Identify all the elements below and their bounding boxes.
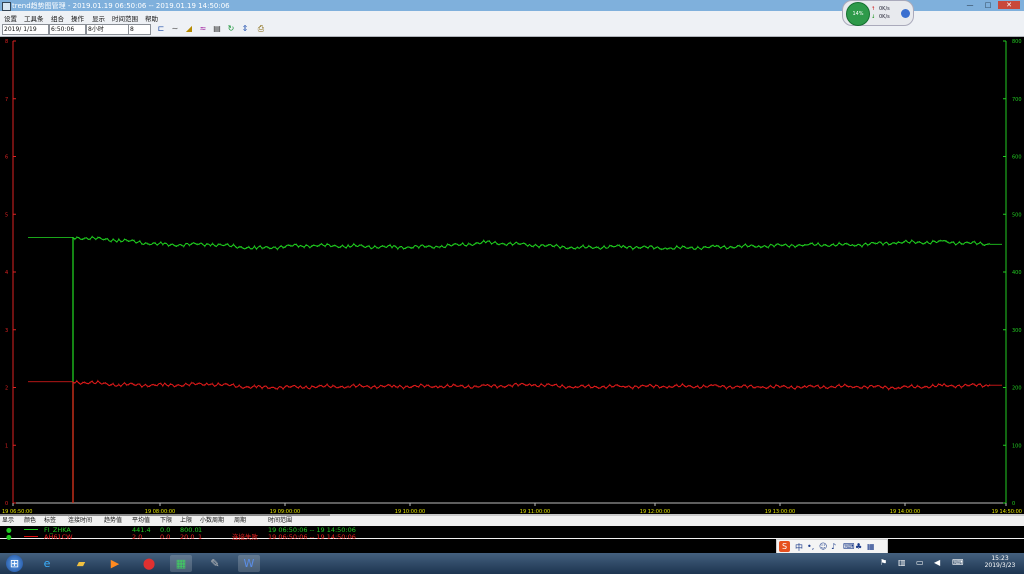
- right-axis-tick-label: 200: [1012, 386, 1022, 392]
- right-axis-tick-label: 800: [1012, 39, 1022, 45]
- minimize-button[interactable]: —: [962, 1, 978, 9]
- gadget-status-icon: [901, 9, 910, 18]
- system-clock[interactable]: 15:23 2019/3/23: [980, 555, 1020, 569]
- left-axis-tick-label: 7: [5, 97, 8, 103]
- row2-low: 20.0: [180, 533, 195, 541]
- word-taskbar-icon[interactable]: W: [238, 555, 260, 572]
- left-axis-tick-label: 1: [5, 443, 8, 449]
- download-speed: 0K/s: [879, 14, 890, 20]
- ime-lang[interactable]: 中: [795, 542, 803, 553]
- app-icon: [2, 2, 11, 11]
- col-trend-value[interactable]: 趋势值: [104, 517, 122, 525]
- time-picker[interactable]: 6:50:06: [49, 24, 86, 35]
- page-select[interactable]: 8: [128, 24, 151, 35]
- ime-keyboard-icon[interactable]: ⌨: [843, 542, 855, 551]
- tag-table: 显示 颜色 标签 连接时间 趋势值 平均值 下限 上限 小数周期 周期 时间范围…: [0, 514, 1024, 541]
- right-axis-tick-label: 600: [1012, 155, 1022, 161]
- window-title: trend趋势图管理 - 2019.01.19 06:50:06 -- 2019…: [12, 2, 230, 10]
- tray-volume-icon[interactable]: ◀: [934, 558, 940, 567]
- ime-logo-icon: S: [779, 541, 790, 552]
- right-axis-tick-label: 400: [1012, 270, 1022, 276]
- row2-color-swatch: [24, 536, 38, 537]
- col-time-range[interactable]: 时间范围: [268, 517, 292, 525]
- left-axis-tick-label: 6: [5, 155, 8, 161]
- clock-time: 15:23: [991, 555, 1009, 562]
- tag-rows: [0, 526, 1024, 538]
- start-button-icon[interactable]: ⊞: [6, 555, 23, 572]
- left-axis-tick-label: 5: [5, 212, 8, 218]
- taskbar: ⊞ e ▰ ▶ ⬤ ▦ ✎ W ⚑ ▥ ▭ ◀ ⌨: [0, 553, 1024, 574]
- cursor-tool-icon[interactable]: ⊏: [156, 24, 166, 34]
- tray-display-icon[interactable]: ▭: [916, 558, 924, 567]
- row2-high: 1: [198, 533, 203, 541]
- right-axis-tick-label: 500: [1012, 212, 1022, 218]
- trend-taskbar-icon[interactable]: ▦: [170, 555, 192, 572]
- tray-network-icon[interactable]: ▥: [898, 558, 906, 567]
- ime-punct-icon[interactable]: •,: [807, 542, 814, 551]
- span-select[interactable]: 8小时: [86, 24, 129, 35]
- ie-taskbar-icon[interactable]: e: [36, 555, 58, 572]
- left-axis-tick-label: 3: [5, 328, 8, 334]
- close-button[interactable]: ✕: [998, 1, 1020, 9]
- cpu-gauge: 14%: [846, 2, 870, 26]
- area-chart-icon[interactable]: ◢: [184, 24, 194, 34]
- row2-avg: 0.0: [160, 533, 171, 541]
- trend-icon[interactable]: ≈: [198, 24, 208, 34]
- ime-emoji-icon[interactable]: ☺: [819, 542, 827, 551]
- tray-ime-icon[interactable]: ⌨: [952, 558, 964, 567]
- col-tag[interactable]: 标签: [44, 517, 56, 525]
- line-tool-icon[interactable]: ∼: [170, 24, 180, 34]
- scale-icon[interactable]: ⇕: [240, 24, 250, 34]
- date-picker[interactable]: 2019/ 1/19: [2, 24, 49, 35]
- maximize-button[interactable]: □: [980, 1, 996, 9]
- trend-chart[interactable]: 876543210800700600500400300200100019 06:…: [0, 36, 1024, 514]
- scrollbar-thumb[interactable]: [0, 514, 330, 516]
- col-high-limit[interactable]: 上限: [180, 517, 192, 525]
- left-axis-tick-label: 0: [5, 501, 8, 507]
- series-green-line-overlay: [72, 235, 991, 251]
- col-show[interactable]: 显示: [2, 517, 14, 525]
- left-axis-tick-label: 8: [5, 39, 8, 45]
- tray-flag-icon[interactable]: ⚑: [880, 558, 887, 567]
- row2-value: 2.0: [132, 533, 143, 541]
- right-axis-tick-label: 100: [1012, 443, 1022, 449]
- download-arrow-icon: ↓: [871, 14, 876, 20]
- series-red-line-overlay: [72, 379, 991, 391]
- col-connect-time[interactable]: 连接时间: [68, 517, 92, 525]
- media-taskbar-icon[interactable]: ▶: [104, 555, 126, 572]
- left-axis-tick-label: 2: [5, 386, 8, 392]
- row2-status: 连接失败: [232, 533, 258, 541]
- col-period[interactable]: 周期: [234, 517, 246, 525]
- refresh-icon[interactable]: ↻: [226, 24, 236, 34]
- ime-menu-icon[interactable]: ▦: [867, 542, 875, 551]
- clock-date: 2019/3/23: [984, 562, 1016, 569]
- upload-arrow-icon: ↑: [871, 6, 876, 12]
- upload-speed: 0K/s: [879, 6, 890, 12]
- security-taskbar-icon[interactable]: ⬤: [138, 555, 160, 572]
- col-color[interactable]: 颜色: [24, 517, 36, 525]
- paint-taskbar-icon[interactable]: ✎: [204, 555, 226, 572]
- row1-color-swatch: [24, 529, 38, 530]
- right-axis-tick-label: 700: [1012, 97, 1022, 103]
- ime-skin-icon[interactable]: ♣: [855, 542, 862, 551]
- right-axis-tick-label: 300: [1012, 328, 1022, 334]
- table-icon[interactable]: ▤: [212, 24, 222, 34]
- row2-visible-icon[interactable]: ●: [6, 533, 12, 541]
- right-axis-tick-label: 0: [1012, 501, 1015, 507]
- ime-mic-icon[interactable]: ♪: [831, 542, 836, 551]
- col-average[interactable]: 平均值: [132, 517, 150, 525]
- row2-range: 19 06:50:06 -- 19 14:50:06: [268, 533, 356, 541]
- series-green-line: [72, 236, 991, 251]
- col-decimal-period[interactable]: 小数周期: [200, 517, 224, 525]
- explorer-taskbar-icon[interactable]: ▰: [70, 555, 92, 572]
- col-low-limit[interactable]: 下限: [160, 517, 172, 525]
- network-gadget[interactable]: 14% ↑ 0K/s ↓ 0K/s: [842, 0, 914, 26]
- left-axis-tick-label: 4: [5, 270, 8, 276]
- row2-tag[interactable]: AH61CW: [44, 533, 73, 541]
- print-icon[interactable]: ⎙: [256, 24, 266, 34]
